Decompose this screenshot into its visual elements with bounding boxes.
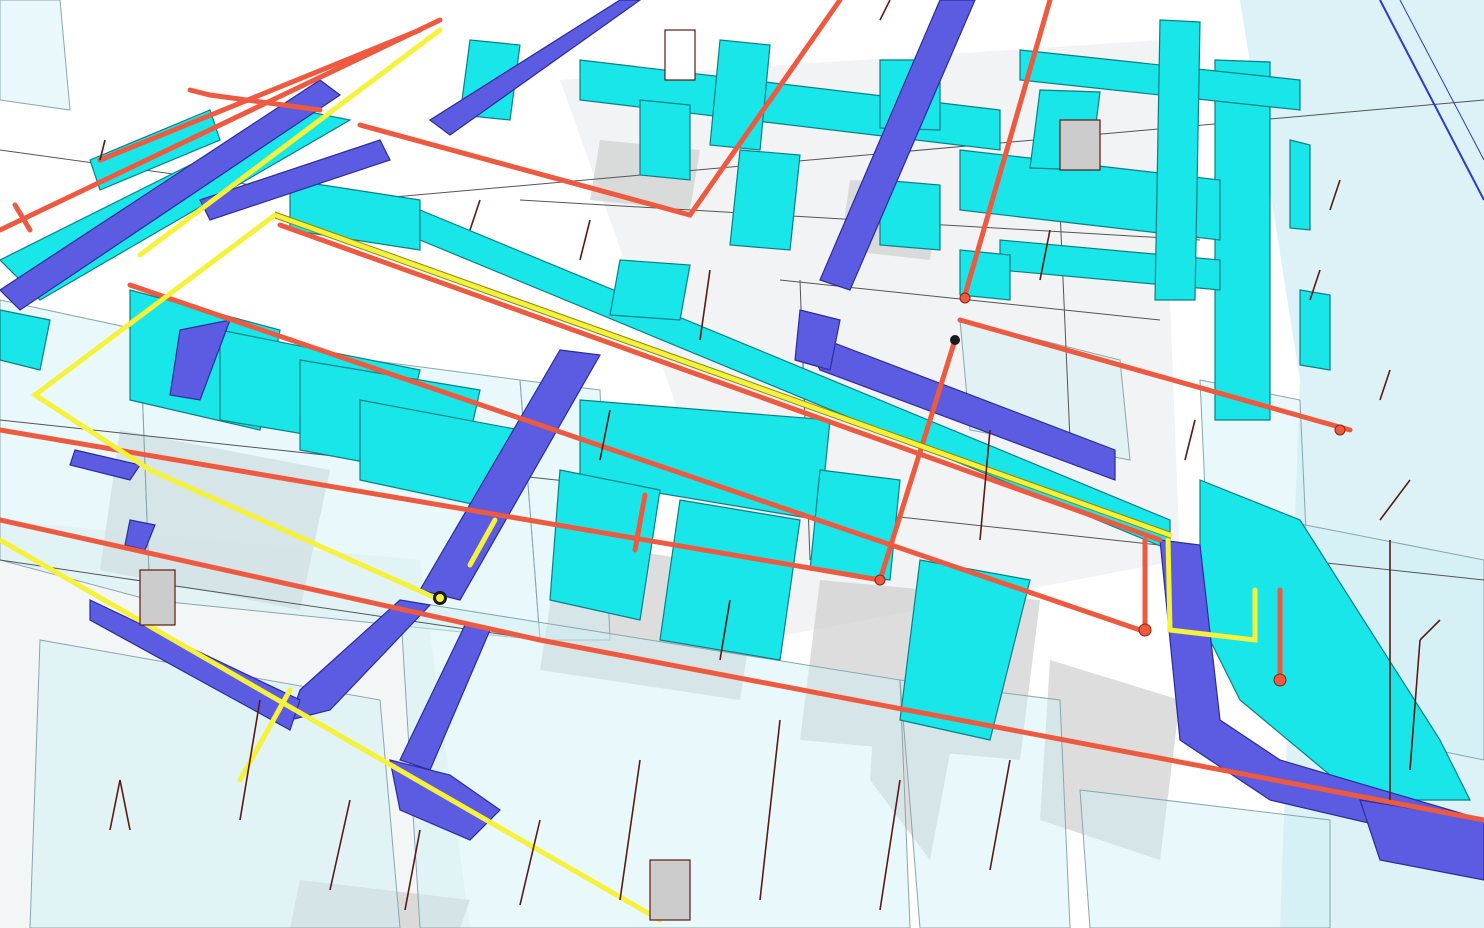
supply-duct-drop-1 xyxy=(549,469,661,621)
supply-duct-drop-2 xyxy=(659,499,801,661)
supply-duct-branch-a xyxy=(639,99,691,181)
supply-duct-riser-right xyxy=(1214,59,1271,421)
supply-duct-branch-b xyxy=(709,39,771,151)
bim-3d-viewport[interactable] xyxy=(0,0,1484,928)
mep-coordination-model[interactable] xyxy=(0,0,1484,928)
supply-duct-block-6 xyxy=(609,259,691,321)
